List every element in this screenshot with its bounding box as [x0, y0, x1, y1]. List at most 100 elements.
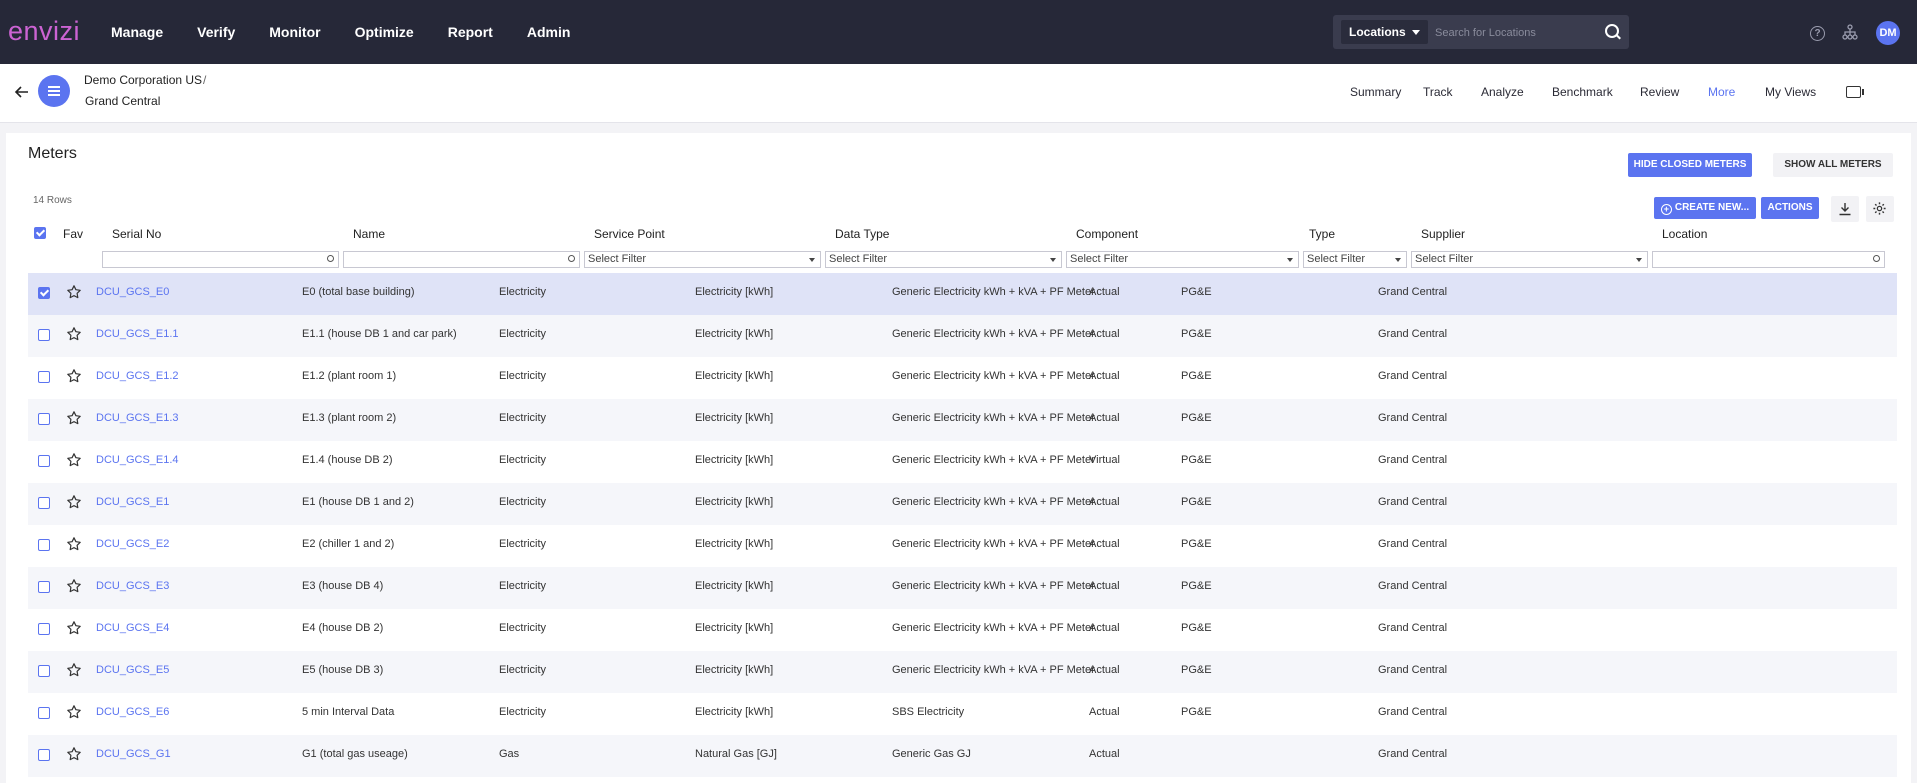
- header-service-point[interactable]: Service Point: [594, 227, 665, 249]
- row-checkbox[interactable]: [38, 665, 50, 677]
- tab-summary[interactable]: Summary: [1350, 85, 1401, 99]
- tab-review[interactable]: Review: [1640, 85, 1679, 99]
- star-icon[interactable]: [66, 746, 82, 762]
- nav-report[interactable]: Report: [448, 24, 493, 40]
- nav-manage[interactable]: Manage: [111, 24, 163, 40]
- star-icon[interactable]: [66, 326, 82, 342]
- row-checkbox[interactable]: [38, 455, 50, 467]
- component: Generic Gas GJ: [892, 748, 971, 760]
- select-all-checkbox[interactable]: [34, 227, 46, 239]
- header-data-type[interactable]: Data Type: [835, 227, 889, 249]
- location-filter-input[interactable]: [1652, 251, 1885, 268]
- type-filter[interactable]: Select Filter: [1303, 251, 1407, 268]
- star-icon[interactable]: [66, 536, 82, 552]
- serial-no-link[interactable]: DCU_GCS_E0: [96, 286, 169, 298]
- nav-monitor[interactable]: Monitor: [269, 24, 320, 40]
- star-icon[interactable]: [66, 494, 82, 510]
- name-filter-input[interactable]: [343, 251, 580, 268]
- row-checkbox[interactable]: [38, 287, 50, 299]
- table-row[interactable]: DCU_GCS_E6 5 min Interval Data Electricity…: [28, 693, 1897, 735]
- show-all-meters-button[interactable]: SHOW ALL METERS: [1773, 153, 1893, 177]
- avatar[interactable]: DM: [1876, 21, 1900, 45]
- row-checkbox[interactable]: [38, 329, 50, 341]
- table-row[interactable]: DCU_GCS_G1 G1 (total gas useage) Gas Natura…: [28, 735, 1897, 777]
- table-row[interactable]: DCU_GCS_E1.4 E1.4 (house DB 2) Electricity…: [28, 441, 1897, 483]
- search-input[interactable]: [1433, 20, 1602, 46]
- settings-button[interactable]: [1866, 196, 1894, 222]
- star-icon[interactable]: [66, 704, 82, 720]
- back-arrow-icon[interactable]: [14, 84, 30, 100]
- table-row[interactable]: DCU_GCS_E2 E2 (chiller 1 and 2) Electricit…: [28, 525, 1897, 567]
- breadcrumb-org[interactable]: Demo Corporation US: [84, 73, 202, 87]
- component-filter[interactable]: Select Filter: [1066, 251, 1299, 268]
- org-chart-icon[interactable]: [1842, 24, 1858, 40]
- download-button[interactable]: [1831, 196, 1859, 222]
- envizi-logo[interactable]: envizi: [8, 16, 80, 47]
- row-checkbox[interactable]: [38, 581, 50, 593]
- serial-no-link[interactable]: DCU_GCS_E1.4: [96, 454, 179, 466]
- header-fav[interactable]: Fav: [63, 227, 83, 249]
- row-checkbox[interactable]: [38, 623, 50, 635]
- table-row[interactable]: DCU_GCS_E1.2 E1.2 (plant room 1) Electrici…: [28, 357, 1897, 399]
- table-row[interactable]: DCU_GCS_E4 E4 (house DB 2) Electricity Elec…: [28, 609, 1897, 651]
- serial-no-link[interactable]: DCU_GCS_G1: [96, 748, 171, 760]
- table-row[interactable]: DCU_GCS_E1 E1 (house DB 1 and 2) Electrici…: [28, 483, 1897, 525]
- table-row[interactable]: DCU_GCS_E1.1 E1.1 (house DB 1 and car par…: [28, 315, 1897, 357]
- data-type-filter[interactable]: Select Filter: [825, 251, 1062, 268]
- nav-verify[interactable]: Verify: [197, 24, 235, 40]
- serial-no-link[interactable]: DCU_GCS_E6: [96, 706, 169, 718]
- table-row[interactable]: DCU_GCS_E5 E5 (house DB 3) Electricity Elec…: [28, 651, 1897, 693]
- star-icon[interactable]: [66, 578, 82, 594]
- tab-benchmark[interactable]: Benchmark: [1552, 85, 1613, 99]
- header-serial-no[interactable]: Serial No: [112, 227, 161, 249]
- search-scope-select[interactable]: Locations: [1341, 20, 1428, 44]
- actions-button[interactable]: ACTIONS: [1761, 197, 1819, 219]
- serial-no-link[interactable]: DCU_GCS_E4: [96, 622, 169, 634]
- tab-my-views[interactable]: My Views: [1765, 85, 1816, 99]
- tab-analyze[interactable]: Analyze: [1481, 85, 1524, 99]
- row-checkbox[interactable]: [38, 371, 50, 383]
- star-icon[interactable]: [66, 620, 82, 636]
- nav-admin[interactable]: Admin: [527, 24, 571, 40]
- table-row[interactable]: DCU_GCS_E3 E3 (house DB 4) Electricity Elec…: [28, 567, 1897, 609]
- table-row[interactable]: DCU_GCS_E0 E0 (total base building) Electr…: [28, 273, 1897, 315]
- serial-filter-input[interactable]: [102, 251, 339, 268]
- star-icon[interactable]: [66, 410, 82, 426]
- serial-no-link[interactable]: DCU_GCS_E5: [96, 664, 169, 676]
- star-icon[interactable]: [66, 662, 82, 678]
- serial-no-link[interactable]: DCU_GCS_E1.3: [96, 412, 179, 424]
- header-location[interactable]: Location: [1662, 227, 1707, 249]
- service-point: Electricity: [499, 370, 547, 382]
- row-checkbox[interactable]: [38, 413, 50, 425]
- header-type[interactable]: Type: [1309, 227, 1335, 249]
- search-icon[interactable]: [1605, 24, 1619, 38]
- star-icon[interactable]: [66, 284, 82, 300]
- serial-no-link[interactable]: DCU_GCS_E1.1: [96, 328, 179, 340]
- service-point: Electricity: [499, 496, 547, 508]
- table-row[interactable]: DCU_GCS_E1.3 E1.3 (plant room 2) Electrici…: [28, 399, 1897, 441]
- row-checkbox[interactable]: [38, 497, 50, 509]
- hide-closed-meters-button[interactable]: HIDE CLOSED METERS: [1628, 153, 1752, 177]
- service-point-filter[interactable]: Select Filter: [584, 251, 821, 268]
- header-component[interactable]: Component: [1076, 227, 1138, 249]
- location-menu-button[interactable]: [38, 75, 70, 107]
- header-supplier[interactable]: Supplier: [1421, 227, 1465, 249]
- header-name[interactable]: Name: [353, 227, 385, 249]
- serial-no-link[interactable]: DCU_GCS_E1: [96, 496, 169, 508]
- serial-no-link[interactable]: DCU_GCS_E2: [96, 538, 169, 550]
- row-checkbox[interactable]: [38, 707, 50, 719]
- star-icon[interactable]: [66, 368, 82, 384]
- create-new-button[interactable]: + CREATE NEW...: [1654, 197, 1756, 219]
- serial-no-link[interactable]: DCU_GCS_E3: [96, 580, 169, 592]
- tab-more[interactable]: More: [1708, 85, 1735, 99]
- serial-no-link[interactable]: DCU_GCS_E1.2: [96, 370, 179, 382]
- row-checkbox[interactable]: [38, 749, 50, 761]
- help-icon[interactable]: ?: [1810, 26, 1825, 41]
- row-checkbox[interactable]: [38, 539, 50, 551]
- chevron-down-icon: [1050, 258, 1056, 262]
- presentation-icon[interactable]: [1846, 86, 1864, 98]
- star-icon[interactable]: [66, 452, 82, 468]
- tab-track[interactable]: Track: [1423, 85, 1453, 99]
- nav-optimize[interactable]: Optimize: [355, 24, 414, 40]
- supplier-filter[interactable]: Select Filter: [1411, 251, 1648, 268]
